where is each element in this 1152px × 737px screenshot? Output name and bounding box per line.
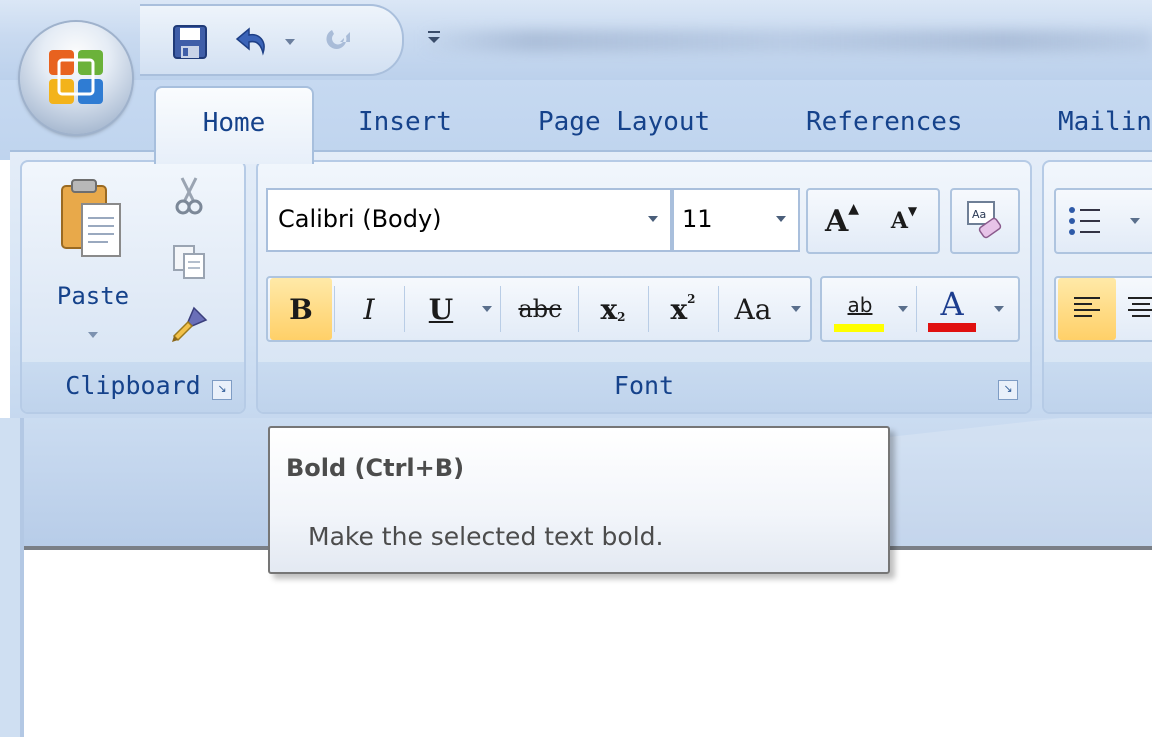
font-size-value: 11 xyxy=(682,205,713,233)
subscript-button[interactable]: x2 xyxy=(580,278,646,340)
grow-arrow-icon: ▲ xyxy=(848,201,860,217)
text-highlight-button[interactable]: ab xyxy=(828,278,892,340)
grow-font-button[interactable]: A ▲ xyxy=(812,190,872,252)
change-case-dropdown-icon[interactable] xyxy=(786,278,806,340)
bold-button[interactable]: B xyxy=(270,278,332,340)
shrink-font-label: A xyxy=(890,208,908,234)
clear-formatting-button[interactable]: Aa xyxy=(950,188,1020,254)
underline-button[interactable]: U xyxy=(408,278,474,340)
shrink-arrow-icon: ▼ xyxy=(907,204,918,218)
tab-references[interactable]: References xyxy=(806,100,963,144)
bold-label: B xyxy=(289,292,313,326)
copy-icon[interactable] xyxy=(172,244,206,280)
format-painter-icon[interactable] xyxy=(170,304,210,344)
font-color-label: A xyxy=(940,285,964,323)
bullets-dropdown-icon[interactable] xyxy=(1130,218,1140,224)
font-name-combo[interactable]: Calibri (Body) xyxy=(266,188,672,252)
paste-dropdown-icon[interactable] xyxy=(88,332,98,338)
font-size-combo[interactable]: 11 xyxy=(672,188,800,252)
align-left-button[interactable] xyxy=(1058,278,1116,340)
alignment-toolbar xyxy=(1054,276,1152,342)
undo-dropdown-icon[interactable] xyxy=(280,22,300,62)
font-group-title: Font xyxy=(613,371,675,400)
font-color-dropdown-icon[interactable] xyxy=(988,278,1010,340)
clipboard-group-label: Clipboard xyxy=(22,362,244,412)
font-format-toolbar: B I U abc x2 x2 Aa xyxy=(266,276,812,342)
highlight-color-group: ab A xyxy=(820,276,1020,342)
undo-icon[interactable] xyxy=(230,22,274,62)
tab-mailings[interactable]: Mailin xyxy=(1058,100,1152,144)
clear-formatting-icon: Aa xyxy=(964,200,1006,242)
document-page[interactable] xyxy=(24,550,1152,737)
save-icon[interactable] xyxy=(168,22,212,62)
font-size-dropdown-icon[interactable] xyxy=(776,216,786,222)
strikethrough-label: abc xyxy=(518,295,562,323)
clipboard-dialog-launcher-icon[interactable]: ↘ xyxy=(212,380,232,400)
grow-font-label: A xyxy=(824,203,849,239)
scissors-icon[interactable] xyxy=(174,176,204,216)
superscript-label: x xyxy=(670,292,688,326)
bullets-button[interactable] xyxy=(1054,188,1152,254)
font-color-button[interactable]: A xyxy=(920,278,984,340)
left-ruler xyxy=(0,418,24,737)
highlight-color-swatch xyxy=(834,324,884,332)
office-logo-icon xyxy=(47,48,105,106)
underline-dropdown-icon[interactable] xyxy=(478,278,496,340)
font-dialog-launcher-icon[interactable]: ↘ xyxy=(998,380,1018,400)
change-case-button[interactable]: Aa xyxy=(720,278,786,340)
svg-text:Aa: Aa xyxy=(972,208,986,221)
highlight-dropdown-icon[interactable] xyxy=(894,278,912,340)
shrink-font-button[interactable]: A ▼ xyxy=(874,190,934,252)
align-center-button[interactable] xyxy=(1120,278,1152,340)
subscript-mark: 2 xyxy=(617,310,626,324)
tab-insert[interactable]: Insert xyxy=(358,100,452,144)
font-group-label: Font xyxy=(258,362,1030,412)
strikethrough-button[interactable]: abc xyxy=(504,278,576,340)
bullets-icon xyxy=(1068,204,1102,238)
superscript-mark: 2 xyxy=(687,292,696,306)
paragraph-group-label xyxy=(1044,362,1152,412)
align-left-icon xyxy=(1074,297,1100,317)
grow-shrink-group: A ▲ A ▼ xyxy=(806,188,940,254)
superscript-button[interactable]: x2 xyxy=(650,278,716,340)
highlight-label: ab xyxy=(847,293,873,317)
window-title-blurred xyxy=(420,30,1152,52)
italic-button[interactable]: I xyxy=(336,278,402,340)
tooltip-description: Make the selected text bold. xyxy=(308,522,664,551)
paste-icon[interactable] xyxy=(58,176,124,260)
bold-tooltip: Bold (Ctrl+B) Make the selected text bol… xyxy=(268,426,890,574)
underline-label: U xyxy=(428,292,454,326)
clipboard-group: Paste Clipboard ↘ xyxy=(20,160,246,414)
quick-access-toolbar xyxy=(140,4,404,76)
tab-home[interactable]: Home xyxy=(154,86,314,164)
tab-page-layout[interactable]: Page Layout xyxy=(538,100,710,144)
clipboard-group-title: Clipboard xyxy=(65,371,201,400)
redo-icon[interactable] xyxy=(318,22,358,62)
change-case-label: Aa xyxy=(734,292,772,326)
italic-label: I xyxy=(363,292,375,326)
paste-button-label[interactable]: Paste xyxy=(48,282,138,314)
customize-qat-icon[interactable] xyxy=(425,22,445,52)
align-center-icon xyxy=(1128,297,1152,317)
font-name-value: Calibri (Body) xyxy=(278,205,442,233)
font-color-swatch xyxy=(928,323,976,332)
office-button[interactable] xyxy=(20,22,132,134)
tooltip-title: Bold (Ctrl+B) xyxy=(286,454,465,482)
font-name-dropdown-icon[interactable] xyxy=(648,216,658,222)
subscript-label: x xyxy=(600,292,618,326)
